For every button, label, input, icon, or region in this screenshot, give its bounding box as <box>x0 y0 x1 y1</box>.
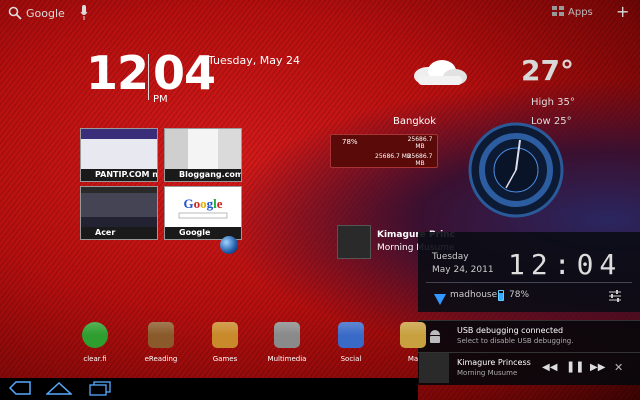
dock-item-multimedia[interactable]: Multimedia <box>262 322 312 363</box>
clock-date: Tuesday, May 24 <box>208 54 300 67</box>
panel-date: May 24, 2011 <box>432 265 494 275</box>
bookmark-acer[interactable]: Acer <box>80 186 158 240</box>
cloud-icon <box>408 58 470 92</box>
weather-city: Bangkok <box>393 116 437 127</box>
sysmon-battery: 78% <box>342 138 358 146</box>
bookmark-label: PANTIP.COM n... <box>81 169 157 181</box>
weather-temperature: 27° <box>521 54 574 87</box>
bookmark-bloggang[interactable]: Bloggang.com... <box>164 128 242 182</box>
social-icon <box>338 322 364 348</box>
svg-text:Google: Google <box>183 196 222 211</box>
panel-divider <box>426 282 632 283</box>
music-notification[interactable] <box>418 352 640 385</box>
recent-apps-icon[interactable] <box>88 380 112 400</box>
home-icon[interactable] <box>45 380 73 400</box>
dock-item-ma[interactable]: Ma <box>388 322 438 363</box>
search-label: Google <box>26 6 65 20</box>
panel-day: Tuesday <box>432 252 469 262</box>
apps-label: Apps <box>568 7 593 18</box>
bookmark-label: Acer <box>81 227 157 239</box>
books-icon <box>148 322 174 348</box>
previous-track-icon[interactable]: ◀◀ <box>542 362 557 373</box>
sysmon-storage-value: 25686.7 MB <box>407 136 433 150</box>
close-icon[interactable]: ✕ <box>614 361 623 374</box>
panel-time: 12:04 <box>508 248 623 281</box>
folder-icon <box>400 322 426 348</box>
clock-divider <box>148 54 149 100</box>
clearfi-icon <box>82 322 108 348</box>
google-search-button[interactable]: Google <box>8 6 65 20</box>
battery-level: 78% <box>509 290 530 300</box>
battery-icon <box>498 290 504 301</box>
notification-subtitle: Morning Musume <box>457 369 518 377</box>
sysmon-sd-value: 25686.7 MB <box>407 153 433 167</box>
wifi-icon <box>434 290 446 309</box>
apps-grid-icon <box>552 6 564 19</box>
weather-high: High 35° <box>531 97 575 108</box>
apps-button[interactable]: Apps <box>552 6 593 19</box>
notification-title: Kimagure Princess <box>457 358 531 367</box>
settings-sliders-icon[interactable] <box>608 288 622 307</box>
notification-subtitle: Select to disable USB debugging. <box>457 337 574 345</box>
next-track-icon[interactable]: ▶▶ <box>590 362 605 373</box>
album-art[interactable] <box>337 225 371 259</box>
add-widget-icon[interactable]: + <box>616 2 629 21</box>
back-icon[interactable] <box>8 380 32 400</box>
google-logo: Google <box>178 196 228 219</box>
pause-icon[interactable]: ❚❚ <box>566 360 584 373</box>
clock-hour: 12 <box>86 46 149 100</box>
notification-title: USB debugging connected <box>457 326 564 335</box>
sysmon-memory-value: 25686.7 MB <box>375 153 412 160</box>
clock-minute: 04 <box>153 46 216 100</box>
clock-ampm: PM <box>153 94 168 105</box>
dock-label: eReading <box>144 355 178 363</box>
dock-item-ereading[interactable]: eReading <box>136 322 186 363</box>
dock-item-clearfi[interactable]: clear.fi <box>70 322 120 363</box>
dock-label: clear.fi <box>83 355 107 363</box>
film-reel-icon <box>274 322 300 348</box>
dock-label: Social <box>340 355 362 363</box>
bookmark-google[interactable]: Google Google <box>164 186 242 240</box>
browser-globe-icon[interactable] <box>220 236 238 254</box>
games-icon <box>212 322 238 348</box>
bookmark-pantip[interactable]: PANTIP.COM n... <box>80 128 158 182</box>
analog-clock-widget[interactable] <box>466 120 566 224</box>
voice-search-icon[interactable] <box>80 5 88 25</box>
dock-item-social[interactable]: Social <box>326 322 376 363</box>
dock-label: Ma <box>407 355 419 363</box>
dock-label: Multimedia <box>267 355 307 363</box>
dock-label: Games <box>212 355 238 363</box>
dock-item-games[interactable]: Games <box>200 322 250 363</box>
search-icon <box>8 6 22 20</box>
bookmark-label: Bloggang.com... <box>165 169 241 181</box>
network-name: madhouse <box>450 290 498 300</box>
